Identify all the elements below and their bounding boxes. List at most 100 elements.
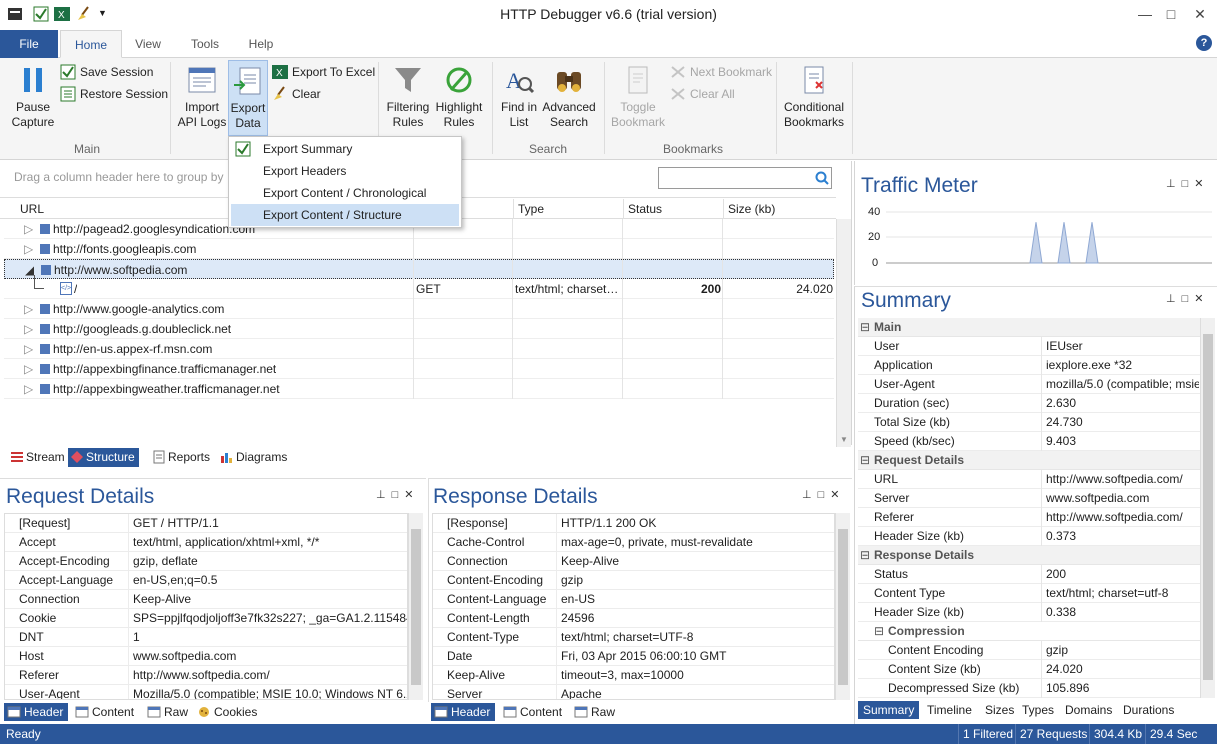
tab-file[interactable]: File (0, 30, 58, 58)
traffic-panel-controls[interactable]: ⊥□✕ (1166, 177, 1209, 190)
header-row[interactable]: Accept text/html, application/xhtml+xml, … (5, 533, 407, 552)
grid-search-input[interactable] (658, 167, 832, 189)
summary-section[interactable]: ⊟ Request Details (858, 451, 1200, 470)
summary-tab-domains[interactable]: Domains (1060, 701, 1117, 719)
clear-button[interactable]: Clear (272, 84, 321, 104)
header-row[interactable]: Content-Encoding gzip (433, 571, 834, 590)
import-api-logs-button[interactable]: Import API Logs (176, 64, 228, 130)
expand-icon[interactable]: ▷ (24, 299, 33, 319)
summary-row[interactable]: Speed (kb/sec) 9.403 (858, 432, 1200, 451)
export-data-button[interactable]: Export Data (228, 60, 268, 136)
domain-row[interactable]: ▷ http://en-us.appex-rf.msn.com (4, 339, 834, 359)
summary-tab-sizes[interactable]: Sizes (980, 701, 1019, 719)
response-scrollbar[interactable] (835, 513, 850, 700)
summary-section[interactable]: ⊟ Response Details (858, 546, 1200, 565)
header-row[interactable]: Host www.softpedia.com (5, 647, 407, 666)
header-row[interactable]: Accept-Encoding gzip, deflate (5, 552, 407, 571)
header-row[interactable]: Accept-Language en-US,en;q=0.5 (5, 571, 407, 590)
header-row[interactable]: Content-Type text/html; charset=UTF-8 (433, 628, 834, 647)
summary-row[interactable]: URL http://www.softpedia.com/ (858, 470, 1200, 489)
req-tab-content[interactable]: Content (72, 703, 139, 721)
find-in-list-button[interactable]: A Find in List (496, 64, 542, 130)
res-tab-raw[interactable]: Raw (571, 703, 620, 721)
request-panel-controls[interactable]: ⊥□✕ (376, 488, 419, 501)
header-row[interactable]: Date Fri, 03 Apr 2015 06:00:10 GMT (433, 647, 834, 666)
header-row[interactable]: Connection Keep-Alive (433, 552, 834, 571)
summary-tab-timeline[interactable]: Timeline (922, 701, 977, 719)
scroll-down-arrow[interactable]: ▼ (837, 433, 851, 447)
collapse-icon[interactable]: ⊟ (860, 546, 870, 565)
domain-row[interactable]: ▷ http://www.google-analytics.com (4, 299, 834, 319)
expand-icon[interactable]: ▷ (24, 379, 33, 399)
expand-icon[interactable]: ▷ (24, 219, 33, 239)
summary-row[interactable]: Header Size (kb) 0.338 (858, 603, 1200, 622)
collapse-icon[interactable]: ⊟ (874, 622, 884, 641)
toggle-bookmark-button[interactable]: Toggle Bookmark (608, 64, 668, 130)
help-icon[interactable]: ? (1196, 35, 1212, 51)
menu-export-summary[interactable]: Export Summary (229, 138, 461, 160)
collapse-icon[interactable]: ◢ (25, 260, 34, 280)
summary-row[interactable]: User-Agent mozilla/5.0 (compatible; msie (858, 375, 1200, 394)
pause-capture-button[interactable]: Pause Capture (6, 64, 60, 130)
response-panel-controls[interactable]: ⊥□✕ (802, 488, 845, 501)
tab-view[interactable]: View (124, 30, 172, 58)
scroll-thumb[interactable] (1203, 334, 1213, 680)
tab-reports[interactable]: Reports (150, 448, 214, 467)
filtering-rules-button[interactable]: Filtering Rules (382, 64, 434, 130)
export-to-excel-button[interactable]: X Export To Excel (272, 62, 375, 82)
req-tab-header[interactable]: Header (4, 703, 69, 721)
summary-tab-summary[interactable]: Summary (858, 701, 920, 719)
header-row[interactable]: Connection Keep-Alive (5, 590, 407, 609)
collapse-icon[interactable]: ⊟ (860, 451, 870, 470)
header-row[interactable]: [Request] GET / HTTP/1.1 (5, 514, 407, 533)
summary-panel-controls[interactable]: ⊥□✕ (1166, 292, 1209, 305)
summary-row[interactable]: Duration (sec) 2.630 (858, 394, 1200, 413)
column-size[interactable]: Size (kb) (724, 199, 836, 219)
header-row[interactable]: Server Apache (433, 685, 834, 699)
summary-scrollbar[interactable] (1200, 318, 1215, 698)
domain-row[interactable]: ▷ http://appexbingfinance.trafficmanager.… (4, 359, 834, 379)
search-icon[interactable] (814, 170, 830, 186)
minimize-button[interactable]: — (1133, 6, 1157, 22)
close-button[interactable]: ✕ (1188, 6, 1212, 23)
tab-diagrams[interactable]: Diagrams (218, 448, 291, 467)
menu-export-content-structure[interactable]: Export Content / Structure (231, 204, 459, 226)
header-row[interactable]: Content-Length 24596 (433, 609, 834, 628)
summary-row[interactable]: Total Size (kb) 24.730 (858, 413, 1200, 432)
collapse-icon[interactable]: ⊟ (860, 318, 870, 337)
request-row[interactable]: </> / GET text/html; charset… 200 24.020 (4, 275, 834, 299)
summary-row[interactable]: Application iexplore.exe *32 (858, 356, 1200, 375)
summary-tab-types[interactable]: Types (1017, 701, 1059, 719)
summary-section[interactable]: ⊟ Compression (858, 622, 1200, 641)
res-tab-content[interactable]: Content (500, 703, 567, 721)
header-row[interactable]: Cookie SPS=ppjlfqodjoljoff3e7fk32s227; _g… (5, 609, 407, 628)
column-type[interactable]: Type (514, 199, 624, 219)
request-scrollbar[interactable] (408, 513, 423, 700)
tab-stream[interactable]: Stream (8, 448, 69, 467)
header-row[interactable]: User-Agent Mozilla/5.0 (compatible; MSIE … (5, 685, 407, 699)
maximize-button[interactable]: □ (1159, 6, 1183, 22)
summary-row[interactable]: Content Size (kb) 24.020 (858, 660, 1200, 679)
header-row[interactable]: DNT 1 (5, 628, 407, 647)
header-row[interactable]: Content-Language en-US (433, 590, 834, 609)
summary-row[interactable]: User IEUser (858, 337, 1200, 356)
expand-icon[interactable]: ▷ (24, 359, 33, 379)
summary-section[interactable]: ⊟ Main (858, 318, 1200, 337)
expand-icon[interactable]: ▷ (24, 339, 33, 359)
highlight-rules-button[interactable]: Highlight Rules (432, 64, 486, 130)
header-row[interactable]: [Response] HTTP/1.1 200 OK (433, 514, 834, 533)
conditional-bookmarks-button[interactable]: Conditional Bookmarks (780, 64, 848, 130)
expand-icon[interactable]: ▷ (24, 239, 33, 259)
column-status[interactable]: Status (624, 199, 724, 219)
menu-export-headers[interactable]: Export Headers (229, 160, 461, 182)
summary-row[interactable]: Referer http://www.softpedia.com/ (858, 508, 1200, 527)
header-row[interactable]: Keep-Alive timeout=3, max=10000 (433, 666, 834, 685)
summary-row[interactable]: Header Size (kb) 0.373 (858, 527, 1200, 546)
summary-row[interactable]: Decompressed Size (kb) 105.896 (858, 679, 1200, 698)
domain-row[interactable]: ▷ http://googleads.g.doubleclick.net (4, 319, 834, 339)
tab-help[interactable]: Help (238, 30, 284, 58)
save-session-button[interactable]: Save Session (60, 62, 153, 82)
grid-scrollbar[interactable]: ▼ (836, 219, 851, 447)
expand-icon[interactable]: ▷ (24, 319, 33, 339)
scroll-thumb[interactable] (838, 529, 848, 685)
